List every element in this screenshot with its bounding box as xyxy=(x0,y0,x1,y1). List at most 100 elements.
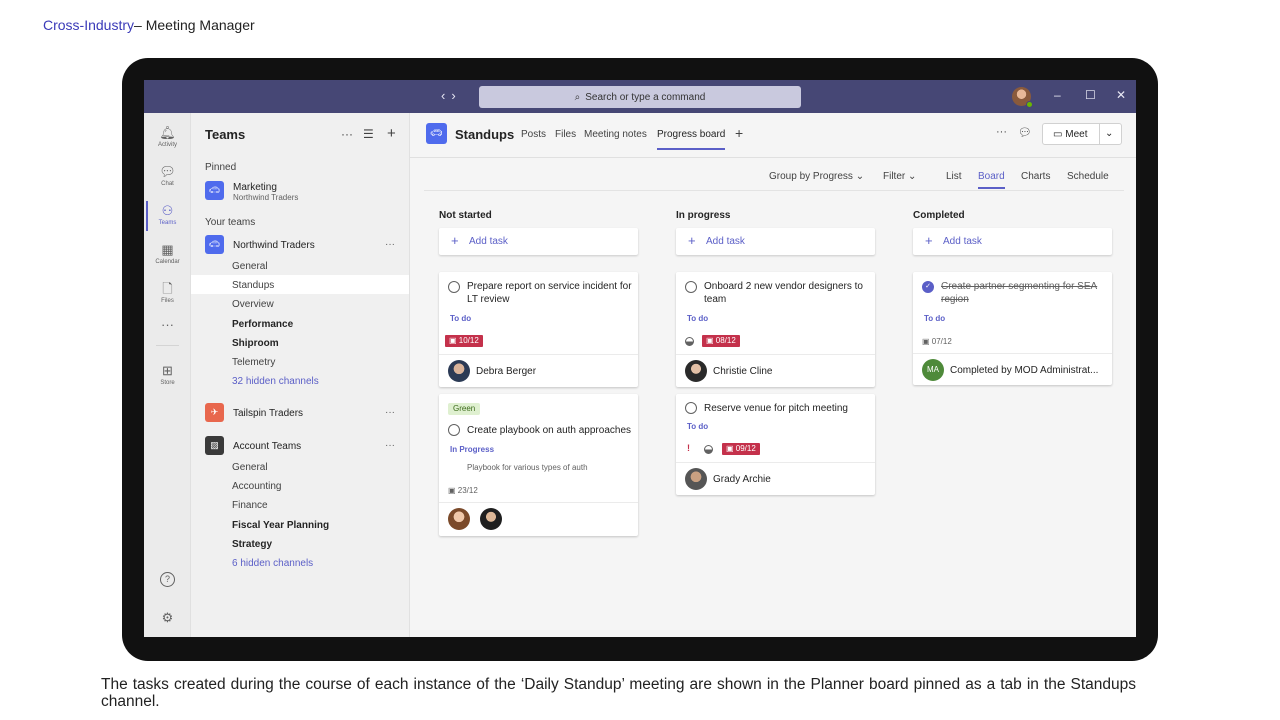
more-options-icon[interactable]: ··· xyxy=(385,239,395,250)
team-tailspin-traders[interactable]: ✈︎ Tailspin Traders ··· xyxy=(205,403,405,425)
more-icon: ··· xyxy=(161,317,174,332)
more-options-icon[interactable]: ··· xyxy=(385,440,395,451)
task-card[interactable]: Green Create playbook on auth approaches… xyxy=(439,394,638,536)
tab-meeting-notes[interactable]: Meeting notes xyxy=(584,129,647,140)
conversation-icon[interactable]: 💬︎ xyxy=(1018,126,1032,139)
add-task-button[interactable]: + Add task xyxy=(439,228,638,255)
progress-in-progress-icon xyxy=(685,337,694,346)
due-date-label: ▣ 23/12 xyxy=(448,486,478,495)
view-board[interactable]: Board xyxy=(978,171,1005,189)
channel-main: 🚗︎ Standups Posts Files Meeting notes Pr… xyxy=(410,113,1136,637)
search-input[interactable]: ⌕ Search or type a command xyxy=(479,86,801,108)
tab-progress-board[interactable]: Progress board xyxy=(657,129,726,150)
channel-item[interactable]: Fiscal Year Planning xyxy=(232,520,329,531)
card-divider xyxy=(439,502,638,503)
avatar xyxy=(480,508,502,530)
due-date: 07/12 xyxy=(931,337,952,346)
filter-dropdown[interactable]: Filter ⌄ xyxy=(883,171,916,182)
card-divider xyxy=(676,354,875,355)
forward-icon[interactable]: › xyxy=(451,88,461,103)
complete-task-checkbox[interactable] xyxy=(685,402,697,414)
channel-item[interactable]: Finance xyxy=(232,500,268,511)
channel-item[interactable]: Accounting xyxy=(232,481,281,492)
task-card[interactable]: Reserve venue for pitch meeting To do ! … xyxy=(676,394,875,495)
view-schedule[interactable]: Schedule xyxy=(1067,171,1109,182)
pinned-team-marketing[interactable]: 🚗︎ Marketing Northwind Traders xyxy=(205,181,405,203)
slide-header: Cross-Industry– Meeting Manager xyxy=(43,17,255,33)
view-list[interactable]: List xyxy=(946,171,962,182)
complete-task-checkbox[interactable] xyxy=(448,424,460,436)
channel-item[interactable]: General xyxy=(232,261,268,272)
team-logo-icon: ✈︎ xyxy=(205,403,224,422)
due-date: 10/12 xyxy=(458,336,479,345)
view-charts[interactable]: Charts xyxy=(1021,171,1050,182)
hidden-channels-link[interactable]: 32 hidden channels xyxy=(232,376,319,387)
group-by-dropdown[interactable]: Group by Progress ⌄ xyxy=(769,171,864,182)
complete-task-checkbox[interactable] xyxy=(448,281,460,293)
rail-chat[interactable]: 💬︎ Chat xyxy=(144,164,191,187)
filter-label: Filter xyxy=(883,171,906,182)
tab-files[interactable]: Files xyxy=(555,129,576,140)
add-task-button[interactable]: + Add task xyxy=(676,228,875,255)
minimize-icon[interactable]: – xyxy=(1054,88,1061,102)
team-subtitle: Northwind Traders xyxy=(233,193,299,202)
due-date: 23/12 xyxy=(457,486,478,495)
add-team-icon[interactable]: + xyxy=(387,125,396,142)
rail-label: Teams xyxy=(158,220,177,226)
hidden-channels-link[interactable]: 6 hidden channels xyxy=(232,558,313,569)
channel-item[interactable]: Overview xyxy=(232,299,274,310)
completed-check-icon[interactable]: ✓ xyxy=(922,281,934,293)
add-task-button[interactable]: + Add task xyxy=(913,228,1112,255)
channel-item[interactable]: Telemetry xyxy=(232,357,275,368)
nav-arrows[interactable]: ‹› xyxy=(441,88,462,103)
progress-in-progress-icon xyxy=(704,445,713,454)
bell-icon: 🔔︎ xyxy=(159,125,176,140)
team-account-teams[interactable]: ▨ Account Teams ··· xyxy=(205,436,405,458)
rail-calendar[interactable]: ▦ Calendar xyxy=(144,242,191,265)
filter-icon[interactable]: ☰ xyxy=(363,127,374,141)
rail-activity[interactable]: 🔔︎ Activity xyxy=(144,125,191,148)
back-icon[interactable]: ‹ xyxy=(441,88,451,103)
assignee-name: Completed by MOD Administrat... xyxy=(950,365,1099,376)
rail-files[interactable]: 🗋︎ Files xyxy=(144,281,191,304)
task-card[interactable]: Prepare report on service incident for L… xyxy=(439,272,638,387)
avatar xyxy=(448,508,470,530)
rail-divider xyxy=(156,345,179,346)
task-card[interactable]: ✓ Create partner segmenting for SEA regi… xyxy=(913,272,1112,385)
plus-icon: + xyxy=(925,233,933,248)
task-card[interactable]: Onboard 2 new vendor designers to team T… xyxy=(676,272,875,387)
channel-item[interactable]: Shiproom xyxy=(232,338,279,349)
more-options-icon[interactable]: ··· xyxy=(996,126,1007,138)
meet-button[interactable]: ▭ Meet ⌄ xyxy=(1042,123,1122,145)
team-northwind-traders[interactable]: 🚗︎ Northwind Traders ··· xyxy=(205,235,405,257)
apps-icon: ⊞ xyxy=(162,363,173,378)
channel-item[interactable]: Performance xyxy=(232,319,293,330)
active-channel-highlight xyxy=(191,275,409,294)
card-divider xyxy=(913,353,1112,354)
more-options-icon[interactable]: ··· xyxy=(341,127,353,141)
settings-button[interactable]: ⚙ xyxy=(144,610,191,625)
complete-task-checkbox[interactable] xyxy=(685,281,697,293)
more-apps-button[interactable]: ··· xyxy=(144,317,191,332)
avatar xyxy=(685,360,707,382)
calendar-icon: ▣ xyxy=(922,337,932,346)
chevron-down-icon[interactable]: ⌄ xyxy=(1105,128,1113,139)
meet-label: ▭ Meet xyxy=(1053,129,1087,140)
channel-item[interactable]: General xyxy=(232,462,268,473)
team-logo-icon: 🚗︎ xyxy=(205,181,224,200)
tab-posts[interactable]: Posts xyxy=(521,129,546,140)
rail-store[interactable]: ⊞ Store xyxy=(144,363,191,386)
avatar xyxy=(685,468,707,490)
team-name: Tailspin Traders xyxy=(233,408,304,419)
maximize-icon[interactable]: ☐ xyxy=(1085,88,1096,102)
rail-teams[interactable]: ⚇ Teams xyxy=(144,201,191,231)
channel-item[interactable]: Strategy xyxy=(232,539,272,550)
avatar[interactable] xyxy=(1012,87,1033,108)
close-icon[interactable]: ✕ xyxy=(1116,88,1126,102)
channel-item-active[interactable]: Standups xyxy=(232,280,274,291)
more-options-icon[interactable]: ··· xyxy=(385,407,395,418)
calendar-icon: ▣ xyxy=(706,336,716,345)
help-icon[interactable]: ? xyxy=(160,572,175,587)
bucket-title: Not started xyxy=(439,210,492,221)
add-tab-icon[interactable]: + xyxy=(735,125,743,141)
